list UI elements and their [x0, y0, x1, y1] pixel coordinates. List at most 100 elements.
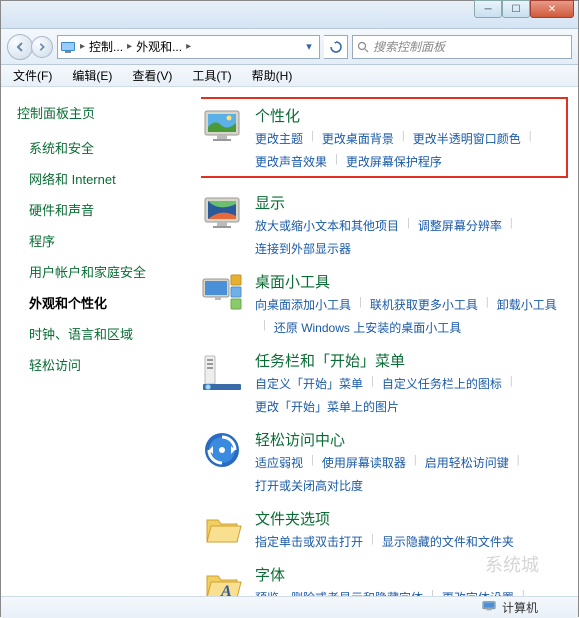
category-link[interactable]: 打开或关闭高对比度: [255, 477, 363, 494]
link-separator: |: [255, 319, 274, 336]
link-separator: |: [351, 296, 370, 313]
category-body: 字体预览、删除或者显示和隐藏字体|更改字体设置|调整 ClearType 文本: [255, 564, 570, 596]
category-link[interactable]: 自定义任务栏上的图标: [382, 375, 502, 392]
category-title[interactable]: 字体: [255, 564, 570, 585]
body: 控制面板主页 系统和安全网络和 Internet 硬件和声音程序用户帐户和家庭安全…: [1, 87, 578, 596]
category-link[interactable]: 放大或缩小文本和其他项目: [255, 217, 399, 234]
category-title[interactable]: 文件夹选项: [255, 508, 570, 529]
category-link[interactable]: 指定单击或双击打开: [255, 533, 363, 550]
breadcrumb-sep: ▸: [184, 41, 193, 52]
link-separator: |: [399, 217, 418, 234]
sidebar-item[interactable]: 轻松访问: [29, 355, 193, 374]
category-body: 文件夹选项指定单击或双击打开|显示隐藏的文件和文件夹: [255, 508, 570, 550]
link-separator: |: [406, 454, 425, 471]
back-button[interactable]: [7, 34, 33, 60]
titlebar: ─ ☐ ✕: [1, 1, 578, 29]
status-label: 计算机: [502, 599, 538, 616]
minimize-button[interactable]: ─: [474, 0, 502, 18]
category-link[interactable]: 调整屏幕分辨率: [418, 217, 502, 234]
category-links: 适应弱视|使用屏幕读取器|启用轻松访问键|打开或关闭高对比度: [255, 454, 570, 494]
category-icon[interactable]: [201, 508, 243, 550]
category-link[interactable]: 自定义「开始」菜单: [255, 375, 363, 392]
category-body: 轻松访问中心适应弱视|使用屏幕读取器|启用轻松访问键|打开或关闭高对比度: [255, 429, 570, 494]
link-separator: |: [303, 454, 322, 471]
category-link[interactable]: 更改字体设置: [442, 589, 514, 596]
category-title[interactable]: 桌面小工具: [255, 271, 570, 292]
category-link[interactable]: 更改屏幕保护程序: [346, 153, 442, 170]
menu-help[interactable]: 帮助(H): [244, 65, 301, 86]
category-links: 更改主题|更改桌面背景|更改半透明窗口颜色|更改声音效果|更改屏幕保护程序: [255, 130, 562, 170]
maximize-button[interactable]: ☐: [502, 0, 530, 18]
category: 显示放大或缩小文本和其他项目|调整屏幕分辨率|连接到外部显示器: [201, 192, 570, 257]
category-link[interactable]: 使用屏幕读取器: [322, 454, 406, 471]
link-separator: |: [502, 375, 521, 392]
forward-button[interactable]: [31, 36, 53, 58]
breadcrumb-seg[interactable]: 控制...: [89, 38, 123, 55]
category-link[interactable]: 预览、删除或者显示和隐藏字体: [255, 589, 423, 596]
category-link[interactable]: 更改「开始」菜单上的图片: [255, 398, 399, 415]
category-link[interactable]: 适应弱视: [255, 454, 303, 471]
nav-back-fwd: [7, 34, 53, 60]
search-input[interactable]: 搜索控制面板: [352, 35, 572, 59]
category-title[interactable]: 任务栏和「开始」菜单: [255, 350, 570, 371]
sidebar-home[interactable]: 控制面板主页: [17, 103, 193, 122]
category-body: 任务栏和「开始」菜单自定义「开始」菜单|自定义任务栏上的图标|更改「开始」菜单上…: [255, 350, 570, 415]
menu-edit[interactable]: 编辑(E): [64, 65, 120, 86]
breadcrumb-seg[interactable]: 外观和...: [136, 38, 182, 55]
category-link[interactable]: 向桌面添加小工具: [255, 296, 351, 313]
category-link[interactable]: 卸载小工具: [497, 296, 557, 313]
sidebar-item[interactable]: 用户帐户和家庭安全: [29, 262, 193, 281]
link-separator: |: [502, 217, 521, 234]
category-icon[interactable]: [201, 350, 243, 392]
address-bar[interactable]: ▸ 控制... ▸ 外观和... ▸ ▾: [57, 35, 320, 59]
sidebar-item[interactable]: 系统和安全: [29, 138, 193, 157]
category: 个性化更改主题|更改桌面背景|更改半透明窗口颜色|更改声音效果|更改屏幕保护程序: [201, 97, 568, 178]
category-link[interactable]: 显示隐藏的文件和文件夹: [382, 533, 514, 550]
category-link[interactable]: 更改半透明窗口颜色: [413, 130, 521, 147]
link-separator: |: [303, 130, 322, 147]
category-icon[interactable]: A: [201, 564, 243, 596]
category-icon[interactable]: [201, 271, 243, 313]
sidebar: 控制面板主页 系统和安全网络和 Internet 硬件和声音程序用户帐户和家庭安全…: [1, 87, 201, 596]
breadcrumb-sep: ▸: [125, 41, 134, 52]
category-link[interactable]: 启用轻松访问键: [425, 454, 509, 471]
category: 任务栏和「开始」菜单自定义「开始」菜单|自定义任务栏上的图标|更改「开始」菜单上…: [201, 350, 570, 415]
sidebar-item[interactable]: 外观和个性化: [29, 293, 193, 312]
category-link[interactable]: 还原 Windows 上安装的桌面小工具: [274, 319, 461, 336]
category-link[interactable]: 更改声音效果: [255, 153, 327, 170]
navbar: ▸ 控制... ▸ 外观和... ▸ ▾ 搜索控制面板: [1, 29, 578, 65]
category-icon[interactable]: [201, 192, 243, 234]
refresh-button[interactable]: [324, 35, 348, 59]
svg-text:A: A: [220, 583, 232, 596]
category-title[interactable]: 轻松访问中心: [255, 429, 570, 450]
category-body: 个性化更改主题|更改桌面背景|更改半透明窗口颜色|更改声音效果|更改屏幕保护程序: [255, 105, 562, 170]
category-links: 指定单击或双击打开|显示隐藏的文件和文件夹: [255, 533, 570, 550]
category-icon[interactable]: [201, 105, 243, 147]
breadcrumb-sep: ▸: [78, 41, 87, 52]
category-icon[interactable]: [201, 429, 243, 471]
category-link[interactable]: 更改桌面背景: [322, 130, 394, 147]
menu-view[interactable]: 查看(V): [124, 65, 180, 86]
category-link[interactable]: 联机获取更多小工具: [370, 296, 478, 313]
category-title[interactable]: 显示: [255, 192, 570, 213]
menu-file[interactable]: 文件(F): [5, 65, 60, 86]
link-separator: |: [509, 454, 528, 471]
sidebar-item[interactable]: 程序: [29, 231, 193, 250]
link-separator: |: [423, 589, 442, 596]
sidebar-item[interactable]: 网络和 Internet: [29, 169, 193, 188]
menu-tools[interactable]: 工具(T): [184, 65, 239, 86]
category: 桌面小工具向桌面添加小工具|联机获取更多小工具|卸载小工具|还原 Windows…: [201, 271, 570, 336]
category-link[interactable]: 更改主题: [255, 130, 303, 147]
category-links: 预览、删除或者显示和隐藏字体|更改字体设置|调整 ClearType 文本: [255, 589, 570, 596]
category-link[interactable]: 连接到外部显示器: [255, 240, 351, 257]
category-body: 显示放大或缩小文本和其他项目|调整屏幕分辨率|连接到外部显示器: [255, 192, 570, 257]
search-icon: [357, 41, 369, 53]
sidebar-item[interactable]: 时钟、语言和区域: [29, 324, 193, 343]
dropdown-icon[interactable]: ▾: [301, 39, 317, 55]
category-title[interactable]: 个性化: [255, 105, 562, 126]
link-separator: |: [514, 589, 533, 596]
sidebar-item[interactable]: 硬件和声音: [29, 200, 193, 219]
category-body: 桌面小工具向桌面添加小工具|联机获取更多小工具|卸载小工具|还原 Windows…: [255, 271, 570, 336]
close-button[interactable]: ✕: [530, 0, 574, 18]
link-separator: |: [363, 375, 382, 392]
